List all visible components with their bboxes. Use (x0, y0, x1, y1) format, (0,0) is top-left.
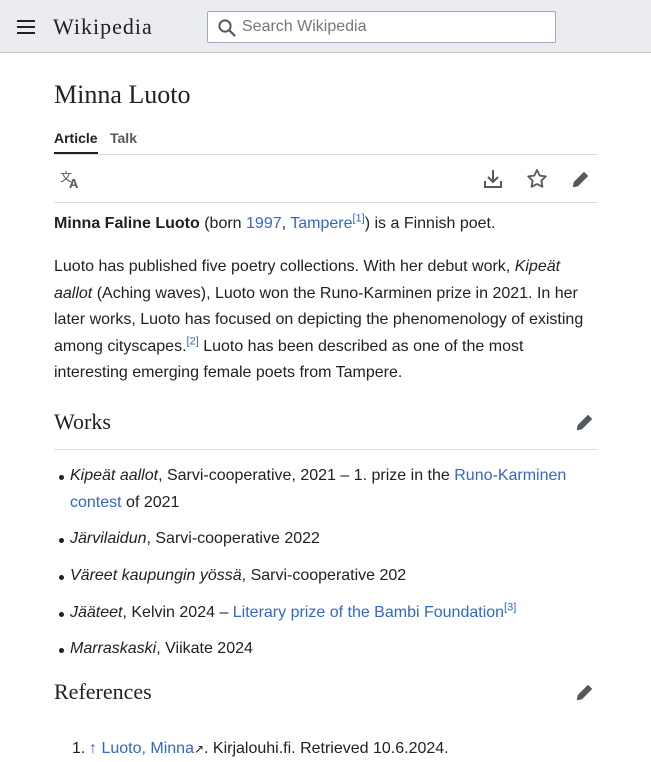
intro-paragraph: Minna Faline Luoto (born 1997, Tampere[1… (54, 211, 597, 238)
list-item: Marraskaski, Viikate 2024 (59, 636, 580, 663)
hamburger-icon-line (17, 26, 35, 28)
link-year[interactable]: 1997 (246, 215, 282, 232)
subject-name: Minna Faline Luoto (54, 215, 200, 232)
search-input[interactable] (242, 16, 542, 38)
language-icon[interactable]: 文 A (58, 167, 82, 191)
list-item: Kipeät aallot, Sarvi-cooperative, 2021 –… (59, 463, 580, 516)
section-heading-works: Works (54, 405, 597, 450)
career-paragraph: Luoto has published five poetry collecti… (54, 254, 597, 387)
work-title: Järvilaidun (70, 530, 147, 547)
hamburger-icon-line (17, 32, 35, 34)
references-heading: References (54, 679, 152, 704)
work-title: Kipeät aallot (70, 467, 159, 484)
link-bambi-prize[interactable]: Literary prize of the Bambi Foundation (233, 604, 504, 621)
work-title: Jääteet (70, 604, 123, 621)
section-heading-references: References (54, 675, 597, 720)
search-icon (218, 19, 236, 37)
reference-link[interactable]: Luoto, Minna (101, 740, 194, 757)
text-span: , Sarvi-cooperative 2022 (146, 530, 320, 547)
citation-1[interactable]: [1] (352, 213, 364, 225)
main-menu-button[interactable] (12, 13, 40, 41)
star-icon[interactable] (525, 167, 549, 191)
tab-talk[interactable]: Talk (110, 130, 137, 146)
download-icon[interactable] (481, 167, 505, 191)
text-span: . Kirjalouhi.fi. Retrieved 10.6.2024. (204, 740, 449, 757)
edit-pencil-icon[interactable] (569, 167, 593, 191)
list-item: Jääteet, Kelvin 2024 – Literary prize of… (59, 600, 580, 627)
list-item: Väreet kaupungin yössä, Sarvi-cooperativ… (59, 563, 580, 590)
tab-article[interactable]: Article (54, 130, 98, 154)
edit-pencil-icon[interactable] (573, 410, 597, 434)
text-span: , Kelvin 2024 – (122, 604, 233, 621)
search-box[interactable] (207, 11, 556, 43)
text-span: , Sarvi-cooperative 202 (241, 567, 407, 584)
page-title: Minna Luoto (54, 80, 191, 109)
work-title: Väreet kaupungin yössä (70, 567, 242, 584)
reference-item: ↑ Luoto, Minna↗. Kirjalouhi.fi. Retrieve… (89, 736, 449, 762)
reference-number: 1. (72, 740, 86, 757)
list-item: Järvilaidun, Sarvi-cooperative 2022 (59, 526, 580, 553)
text-span: , (281, 215, 291, 232)
text-span: Luoto has published five poetry collecti… (54, 258, 515, 275)
link-place[interactable]: Tampere (290, 215, 352, 232)
edit-pencil-icon[interactable] (573, 680, 597, 704)
text-span: , Viikate 2024 (156, 640, 253, 657)
external-link-icon: ↗ (193, 742, 205, 756)
text-span: ) is a Finnish poet. (364, 215, 496, 232)
citation-2[interactable]: [2] (187, 335, 199, 347)
hamburger-icon (17, 20, 35, 22)
work-title: Marraskaski (70, 640, 157, 657)
backlink-caret[interactable]: ↑ (89, 740, 97, 757)
header-bar: Wikipedia (0, 0, 651, 53)
text-span: of 2021 (121, 493, 180, 511)
text-span: (born (199, 215, 247, 232)
text-span: , Sarvi-cooperative, 2021 – 1. prize in … (158, 467, 455, 484)
page-actions-toolbar: 文 A (54, 154, 597, 203)
citation-3[interactable]: [3] (504, 602, 516, 614)
works-heading: Works (54, 409, 111, 434)
namespace-tabs: Article Talk (54, 127, 597, 155)
svg-text:A: A (69, 176, 79, 191)
wikipedia-wordmark[interactable]: Wikipedia (53, 14, 153, 40)
